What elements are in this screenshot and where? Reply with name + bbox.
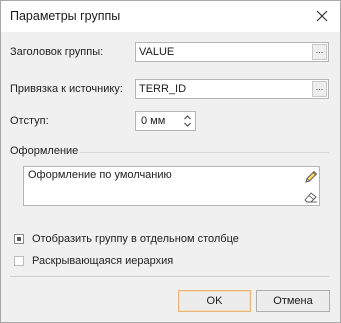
show-in-separate-column-checkbox[interactable] [14, 234, 24, 244]
indent-value: 0 мм [141, 115, 166, 127]
show-in-separate-column-label[interactable]: Отобразить группу в отдельном столбце [32, 233, 239, 245]
appearance-section-label: Оформление [10, 145, 79, 157]
appearance-value: Оформление по умолчанию [28, 169, 172, 181]
source-binding-field[interactable]: TERR_ID ... [135, 79, 329, 99]
expandable-hierarchy-label[interactable]: Раскрывающаяся иерархия [32, 255, 173, 267]
appearance-section-divider [80, 152, 329, 153]
close-button[interactable] [310, 5, 334, 27]
group-parameters-dialog: Параметры группы Заголовок группы: VALUE… [0, 0, 341, 323]
indent-spinner[interactable]: 0 мм [135, 111, 196, 131]
pencil-icon[interactable] [303, 169, 319, 185]
group-header-value: VALUE [139, 46, 175, 58]
title-bar: Параметры группы [1, 1, 340, 32]
ok-button[interactable]: OK [178, 290, 251, 312]
group-header-field[interactable]: VALUE ... [135, 42, 329, 62]
eraser-icon[interactable] [303, 189, 319, 205]
source-binding-browse-button[interactable]: ... [312, 81, 327, 97]
source-binding-value: TERR_ID [139, 83, 187, 95]
appearance-field[interactable]: Оформление по умолчанию [23, 166, 320, 206]
source-binding-label: Привязка к источнику: [10, 83, 123, 95]
expandable-hierarchy-checkbox[interactable] [14, 256, 24, 266]
indent-label: Отступ: [10, 115, 49, 127]
cancel-button[interactable]: Отмена [256, 290, 330, 312]
group-header-label: Заголовок группы: [10, 46, 104, 58]
dialog-title: Параметры группы [10, 9, 121, 23]
close-icon [316, 10, 328, 22]
group-header-browse-button[interactable]: ... [312, 44, 327, 60]
footer-divider [10, 276, 329, 277]
spinner-arrows-icon[interactable] [183, 113, 192, 129]
